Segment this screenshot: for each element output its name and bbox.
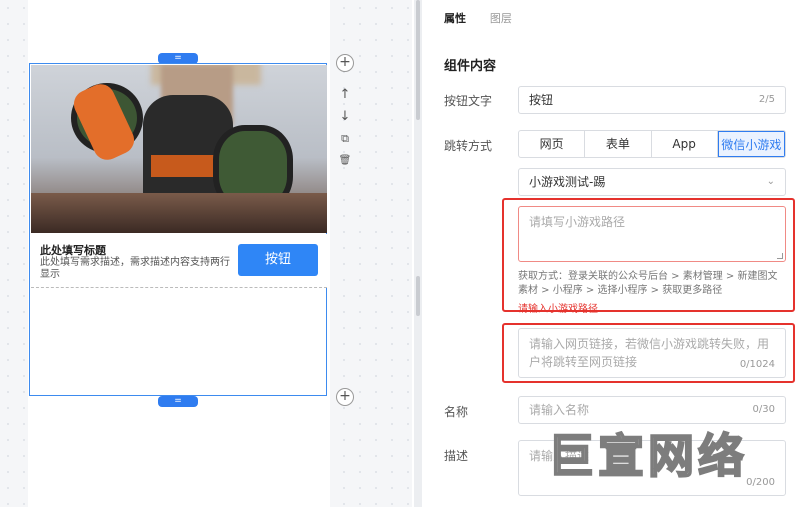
delete-icon[interactable]: 🗑 xyxy=(336,152,354,170)
panel-tabs: 属性 图层 xyxy=(444,10,532,26)
add-above-icon[interactable]: + xyxy=(336,54,354,72)
tab-layers[interactable]: 图层 xyxy=(490,10,512,26)
button-text-count: 2/5 xyxy=(758,94,775,105)
name-placeholder: 请输入名称 xyxy=(529,403,590,417)
jump-option-app[interactable]: App xyxy=(652,131,718,157)
jump-option-form[interactable]: 表单 xyxy=(585,131,652,157)
mini-game-select-value: 小游戏测试-踢 xyxy=(529,175,606,189)
fallback-url-count: 0/1024 xyxy=(739,359,775,370)
mini-game-select[interactable]: 小游戏测试-踢 ⌄ xyxy=(518,168,786,196)
desc-label: 描述 xyxy=(444,449,469,463)
name-label: 名称 xyxy=(444,405,469,419)
canvas-scrollbar[interactable] xyxy=(416,0,420,120)
add-below-icon[interactable]: + xyxy=(336,388,354,406)
jump-option-mini-game[interactable]: 微信小游戏 xyxy=(717,131,785,157)
button-text-label: 按钮文字 xyxy=(444,94,493,108)
button-text-value: 按钮 xyxy=(529,93,554,107)
bottom-drag-handle[interactable]: = xyxy=(158,396,198,407)
fallback-url-textarea[interactable]: 请输入网页链接，若微信小游戏跳转失败，用户将跳转至网页链接 0/1024 xyxy=(518,328,786,378)
mini-game-path-textarea[interactable]: 请填写小游戏路径 xyxy=(518,206,786,262)
watermark: 巨宣网络 xyxy=(547,428,748,484)
tab-properties[interactable]: 属性 xyxy=(444,10,466,26)
component-description: 此处填写需求描述，需求描述内容支持两行显示 xyxy=(40,257,230,280)
copy-icon[interactable]: ⧉ xyxy=(336,130,354,148)
canvas-scrollbar-secondary[interactable] xyxy=(416,276,420,316)
mini-game-path-placeholder: 请填写小游戏路径 xyxy=(529,215,626,229)
component-button[interactable]: 按钮 xyxy=(238,244,318,276)
move-down-icon[interactable]: ↓ xyxy=(336,108,354,126)
name-count: 0/30 xyxy=(752,404,775,415)
component-content-row: 此处填写标题 此处填写需求描述，需求描述内容支持两行显示 按钮 xyxy=(31,234,327,288)
editor-canvas: = 此处填写标题 此处填写需求描述，需求描述内容支持两行显示 按钮 = + ↑ … xyxy=(0,0,412,507)
component-title: 此处填写标题 xyxy=(40,244,106,257)
resize-handle-icon[interactable] xyxy=(777,253,783,259)
path-hint: 获取方式：登录关联的公众号后台 > 素材管理 > 新建图文素材 > 小程序 > … xyxy=(518,271,778,296)
jump-method-segmented: 网页 表单 App 微信小游戏 xyxy=(518,130,786,158)
jump-option-web[interactable]: 网页 xyxy=(519,131,586,157)
move-up-icon[interactable]: ↑ xyxy=(336,86,354,104)
path-error: 请输入小游戏路径 xyxy=(518,304,598,315)
button-text-input[interactable]: 按钮 2/5 xyxy=(518,86,786,114)
chevron-down-icon: ⌄ xyxy=(766,176,775,187)
fallback-url-placeholder: 请输入网页链接，若微信小游戏跳转失败，用户将跳转至网页链接 xyxy=(529,337,770,369)
jump-method-label: 跳转方式 xyxy=(444,139,493,153)
component-image xyxy=(31,65,327,233)
selected-component[interactable]: 此处填写标题 此处填写需求描述，需求描述内容支持两行显示 按钮 xyxy=(29,63,327,396)
section-title: 组件内容 xyxy=(444,59,497,74)
desc-count: 0/200 xyxy=(746,477,775,488)
